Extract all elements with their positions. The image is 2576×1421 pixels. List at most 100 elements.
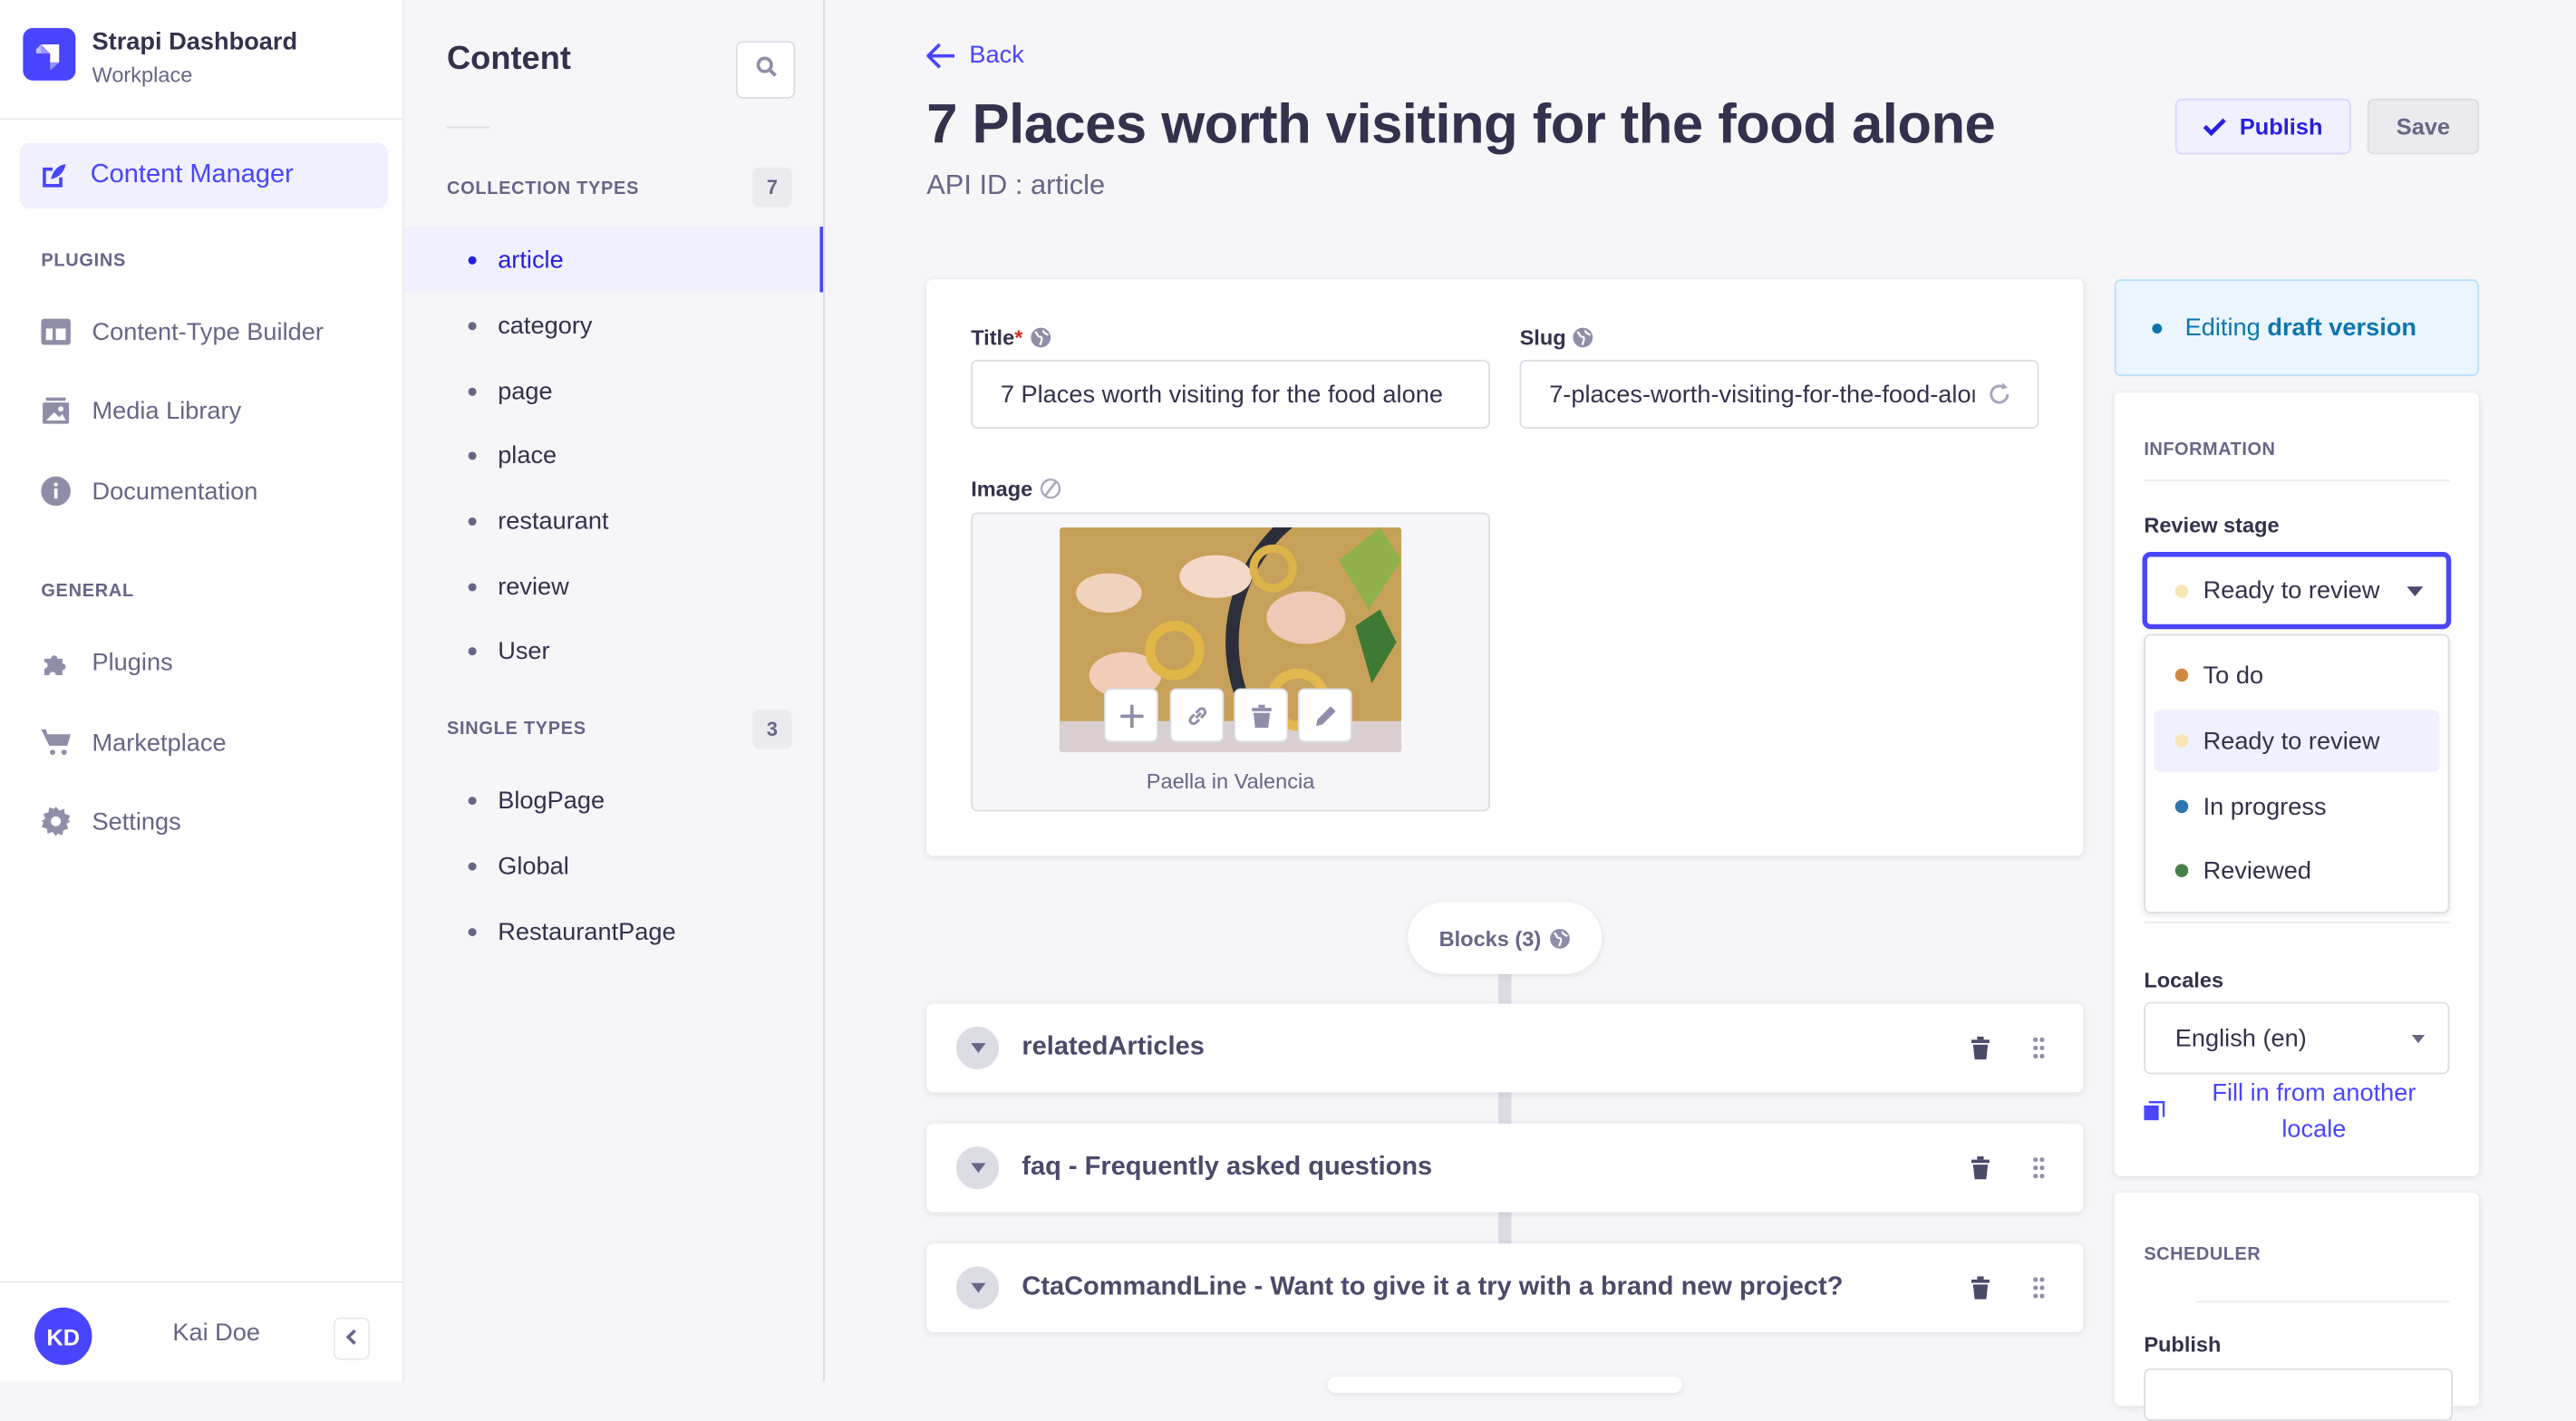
strapi-logo-icon <box>23 27 76 81</box>
nav-item-media-library[interactable]: Media Library <box>41 394 241 427</box>
block-title: CtaCommandLine - Want to give it a try w… <box>1022 1272 1844 1301</box>
bullet <box>468 517 477 526</box>
trash-icon[interactable] <box>1965 1033 1995 1063</box>
nav-item-label: Content-Type Builder <box>92 317 324 346</box>
subnav-item-article[interactable]: article <box>403 227 824 293</box>
block-item[interactable]: relatedArticles <box>926 1003 2084 1093</box>
subnav-item-place[interactable]: place <box>404 422 823 488</box>
api-id: API ID : article <box>926 169 1106 201</box>
copy-link-button[interactable] <box>1169 688 1225 743</box>
locale-select[interactable]: English (en) <box>2144 1001 2450 1075</box>
bullet <box>468 321 477 330</box>
subnav-item-restaurantpage[interactable]: RestaurantPage <box>404 898 823 964</box>
chevron-down-icon[interactable] <box>955 1026 999 1069</box>
gear-icon <box>41 806 71 836</box>
subnav-item-restaurant[interactable]: restaurant <box>404 488 823 554</box>
stage-color-dot <box>2174 864 2189 877</box>
subnav-item-label: restaurant <box>498 507 609 535</box>
search-button[interactable] <box>736 41 796 99</box>
delete-media-button[interactable] <box>1234 688 1288 743</box>
regenerate-slug-icon[interactable] <box>1986 382 2012 416</box>
stage-color-dot <box>2174 668 2189 682</box>
collapse-nav-button[interactable] <box>333 1317 370 1360</box>
subnav-item-label: review <box>498 572 569 601</box>
pencil-icon <box>1313 704 1336 727</box>
bullet <box>468 582 477 591</box>
feather-edit-icon <box>40 161 70 191</box>
image-field-label: Image <box>971 477 1060 501</box>
search-icon <box>755 55 777 85</box>
subnav-item-user[interactable]: User <box>404 618 823 684</box>
block-title: faq - Frequently asked questions <box>1022 1153 1433 1182</box>
nav-item-content-type-builder[interactable]: Content-Type Builder <box>41 315 324 348</box>
subnav-item-label: BlogPage <box>498 786 605 815</box>
option-ready-to-review[interactable]: Ready to review <box>2154 710 2440 772</box>
nav-item-label: Media Library <box>92 396 242 425</box>
draft-bold: draft version <box>2267 314 2417 342</box>
option-in-progress[interactable]: In progress <box>2154 776 2439 838</box>
review-stage-value: Ready to review <box>2203 576 2380 604</box>
subnav-item-category[interactable]: category <box>404 293 823 359</box>
nav-item-plugins[interactable]: Plugins <box>41 645 173 678</box>
slug-input[interactable]: 7-places-worth-visiting-for-the-food-alo… <box>1519 359 2039 430</box>
back-link[interactable]: Back <box>926 41 1024 69</box>
label-text: Image <box>971 476 1033 501</box>
divider <box>2196 1300 2450 1303</box>
option-to-do[interactable]: To do <box>2154 644 2439 707</box>
scheduler-publish-label: Publish <box>2144 1331 2222 1358</box>
drag-handle-icon[interactable] <box>2024 1153 2054 1183</box>
divider <box>2144 921 2450 923</box>
add-media-button[interactable] <box>1104 688 1158 743</box>
caret-down-icon <box>2411 1033 2426 1043</box>
option-label: Ready to review <box>2203 727 2380 755</box>
draft-prefix: Editing <box>2184 314 2268 342</box>
subnav-item-global[interactable]: Global <box>404 833 823 899</box>
blocks-label: Blocks (3) <box>1438 925 1542 951</box>
avatar[interactable]: KD <box>34 1307 92 1366</box>
chevron-down-icon[interactable] <box>955 1266 999 1310</box>
chevron-down-icon[interactable] <box>955 1146 999 1190</box>
connector-line <box>1498 1092 1512 1124</box>
nav-item-settings[interactable]: Settings <box>41 805 181 837</box>
check-icon <box>2203 117 2227 136</box>
subnav-item-label: Global <box>498 851 569 880</box>
option-reviewed[interactable]: Reviewed <box>2154 839 2439 902</box>
nav-item-content-manager[interactable]: Content Manager <box>19 142 388 209</box>
single-types-heading: SINGLE TYPES <box>447 719 586 740</box>
connector-line <box>1498 1212 1512 1244</box>
fill-from-another-locale-link[interactable]: Fill in from another locale <box>2195 1076 2434 1148</box>
subnav-item-label: place <box>498 440 557 469</box>
trash-icon[interactable] <box>1965 1273 1995 1303</box>
bullet <box>468 646 477 655</box>
title-input[interactable]: 7 Places worth visiting for the food alo… <box>971 359 1490 430</box>
caret-down-icon <box>2407 585 2424 596</box>
subnav-item-review[interactable]: review <box>404 554 823 620</box>
block-item[interactable]: CtaCommandLine - Want to give it a try w… <box>926 1243 2084 1332</box>
trash-icon[interactable] <box>1965 1153 1995 1183</box>
workspace-name: Workplace <box>92 62 193 88</box>
chevron-left-icon <box>345 1324 359 1354</box>
subnav-item-label: User <box>498 636 550 665</box>
label-text: Slug <box>1519 324 1566 351</box>
block-item[interactable]: faq - Frequently asked questions <box>926 1123 2084 1213</box>
brand-header: Strapi Dashboard Workplace <box>0 0 403 121</box>
nav-item-marketplace[interactable]: Marketplace <box>41 726 227 759</box>
review-stage-select[interactable]: Ready to review <box>2142 552 2452 630</box>
nav-item-label: Documentation <box>92 477 258 506</box>
publish-date-input[interactable] <box>2144 1368 2454 1421</box>
save-button[interactable]: Save <box>2367 98 2480 155</box>
drag-handle-icon[interactable] <box>2024 1033 2054 1063</box>
stage-color-dot <box>2174 799 2189 814</box>
add-block-button[interactable] <box>1327 1376 1682 1393</box>
divider <box>2144 479 2450 482</box>
subnav-item-blogpage[interactable]: BlogPage <box>404 767 823 833</box>
block-title: relatedArticles <box>1022 1033 1205 1061</box>
subnav-item-page[interactable]: page <box>404 358 823 424</box>
drag-handle-icon[interactable] <box>2024 1273 2054 1303</box>
publish-button[interactable]: Publish <box>2174 98 2351 155</box>
content-subnav <box>403 0 825 1382</box>
user-name[interactable]: Kai Doe <box>172 1319 260 1347</box>
edit-media-button[interactable] <box>1297 688 1352 743</box>
nav-item-documentation[interactable]: Documentation <box>41 475 257 508</box>
review-stage-label: Review stage <box>2144 512 2280 537</box>
